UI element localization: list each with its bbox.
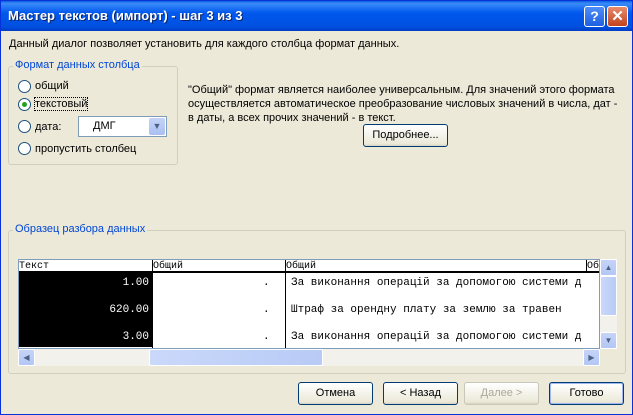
info-line: в даты, а всех прочих значений - в текст…: [188, 112, 396, 124]
scroll-up-icon[interactable]: ▲: [600, 259, 617, 276]
horizontal-scrollbar[interactable]: ◀ ▶: [18, 349, 600, 366]
horizontal-scroll-thumb[interactable]: [149, 349, 323, 366]
help-button[interactable]: ?: [584, 6, 605, 27]
info-line: "Общий" формат является наиболее универс…: [188, 84, 615, 96]
column-header-general[interactable]: Общий: [285, 260, 586, 273]
cancel-button[interactable]: Отмена: [298, 382, 373, 405]
next-button[interactable]: Далее >: [464, 382, 539, 405]
column-divider: [152, 273, 153, 348]
scroll-down-icon[interactable]: ▼: [600, 332, 617, 349]
column-header-general[interactable]: Общий: [586, 260, 599, 273]
radio-date[interactable]: [18, 120, 31, 133]
data-preview-grid[interactable]: Текст Общий Общий Общий 1.00 . За викона…: [18, 259, 600, 349]
preview-cell: За виконання операцій за допомогою систе…: [291, 331, 582, 343]
preview-cell: За виконання операцій за допомогою систе…: [291, 277, 582, 289]
radio-text[interactable]: [18, 98, 31, 111]
info-line: осуществляется автоматическое преобразов…: [188, 98, 618, 110]
text-import-wizard-dialog: Мастер текстов (импорт) - шаг 3 из 3 ? ✕…: [0, 0, 633, 415]
radio-skip-column-label[interactable]: пропустить столбец: [35, 143, 136, 155]
radio-date-label[interactable]: дата:: [35, 121, 61, 133]
column-header-text[interactable]: Текст: [19, 260, 152, 273]
window-title: Мастер текстов (импорт) - шаг 3 из 3: [8, 8, 243, 23]
vertical-scroll-thumb[interactable]: [600, 276, 617, 316]
vertical-scrollbar[interactable]: ▲ ▼: [600, 259, 617, 349]
close-button[interactable]: ✕: [607, 6, 628, 27]
preview-cell: .: [263, 277, 270, 289]
preview-cell: .: [263, 331, 270, 343]
data-preview-legend: Образец разбора данных: [13, 223, 148, 235]
format-info-text: "Общий" формат является наиболее универс…: [188, 83, 628, 125]
preview-cell: 3.00: [122, 331, 149, 343]
preview-cell: 1.00: [122, 277, 149, 289]
dialog-description: Данный диалог позволяет установить для к…: [9, 38, 400, 50]
title-bar[interactable]: Мастер текстов (импорт) - шаг 3 из 3 ? ✕: [1, 1, 632, 31]
chevron-down-icon[interactable]: ▼: [149, 118, 165, 135]
scroll-right-icon[interactable]: ▶: [583, 349, 600, 366]
date-format-value: ДМГ: [93, 120, 116, 132]
radio-text-label[interactable]: текстовый: [33, 97, 89, 111]
date-format-select[interactable]: ДМГ ▼: [78, 116, 167, 137]
radio-general[interactable]: [18, 80, 31, 93]
more-info-button[interactable]: Подробнее...: [363, 124, 448, 147]
preview-cell: 620.00: [109, 304, 149, 316]
column-divider: [285, 273, 286, 348]
column-header-general[interactable]: Общий: [152, 260, 285, 273]
scroll-left-icon[interactable]: ◀: [18, 349, 35, 366]
radio-general-label[interactable]: общий: [35, 80, 69, 92]
column-format-legend: Формат данных столбца: [13, 59, 142, 71]
finish-button[interactable]: Готово: [549, 382, 624, 405]
preview-cell: Штраф за орендну плату за землю за траве…: [291, 304, 562, 316]
back-button[interactable]: < Назад: [383, 382, 458, 405]
preview-cell: .: [263, 304, 270, 316]
radio-skip-column[interactable]: [18, 142, 31, 155]
